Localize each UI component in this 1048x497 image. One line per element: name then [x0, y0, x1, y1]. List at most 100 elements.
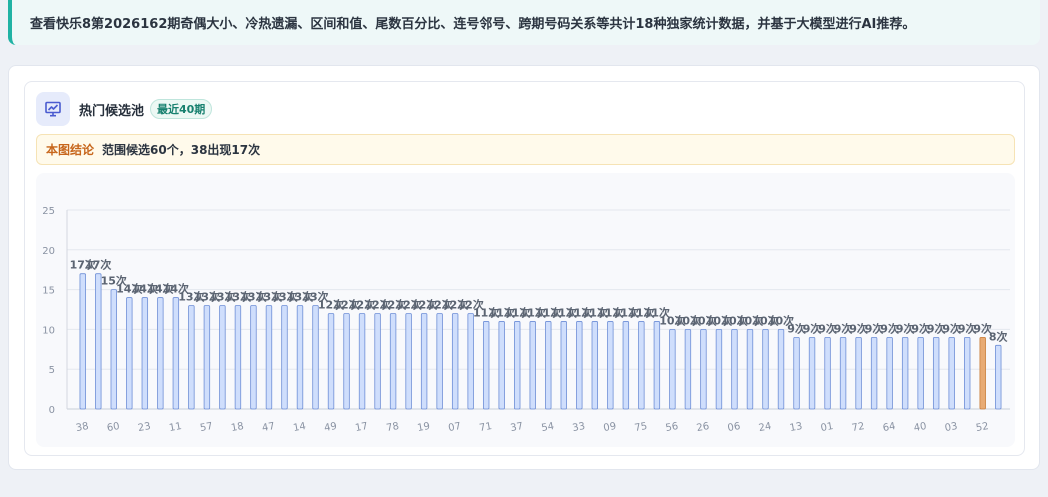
chart-presentation-icon — [36, 92, 70, 126]
bar[interactable] — [886, 336, 893, 410]
bar[interactable] — [932, 336, 940, 410]
x-tick-label: 03 — [944, 421, 958, 434]
x-tick-label: 06 — [727, 421, 741, 434]
bar[interactable] — [141, 297, 149, 410]
x-tick-label: 09 — [603, 421, 617, 434]
bar[interactable] — [467, 313, 474, 410]
bar[interactable] — [591, 321, 599, 410]
bar[interactable] — [700, 328, 707, 410]
x-tick-label: 17 — [354, 421, 368, 434]
x-tick-label: 38 — [75, 421, 89, 434]
bar[interactable] — [436, 313, 443, 410]
bar[interactable] — [172, 297, 180, 410]
bar[interactable] — [420, 313, 428, 410]
bar[interactable] — [746, 328, 754, 410]
x-tick-label: 49 — [323, 421, 337, 434]
x-tick-label: 60 — [106, 421, 120, 434]
bar[interactable] — [731, 328, 738, 410]
bar[interactable] — [684, 328, 692, 410]
bar[interactable] — [250, 305, 257, 410]
bar[interactable] — [296, 305, 304, 410]
bar[interactable] — [545, 321, 552, 410]
bar[interactable] — [451, 313, 459, 410]
bar[interactable] — [979, 336, 986, 410]
y-tick-label: 10 — [42, 325, 55, 336]
bar[interactable] — [188, 305, 195, 410]
bar[interactable] — [653, 321, 661, 410]
bar[interactable] — [126, 297, 133, 410]
bar-chart-area: 17次 17次 15次 14次 14次 14次 14次 13次 13次 13次 13次 13次 13次 1… — [36, 173, 1015, 447]
bar[interactable] — [622, 321, 630, 410]
x-tick-label: 37 — [510, 421, 524, 434]
y-tick-label: 0 — [49, 405, 55, 416]
x-tick-label: 54 — [541, 421, 555, 434]
bar[interactable] — [79, 273, 86, 410]
bar[interactable] — [777, 328, 785, 410]
bar[interactable] — [560, 321, 567, 410]
y-tick-label: 15 — [42, 286, 55, 297]
hot-candidate-card: 热门候选池 最近40期 本图结论 范围候选60个，38出现17次 17次 17次 1… — [24, 81, 1025, 456]
bar[interactable] — [808, 336, 816, 410]
bar[interactable] — [265, 305, 273, 410]
x-tick-label: 57 — [199, 421, 213, 434]
bar[interactable] — [374, 313, 381, 410]
bar[interactable] — [762, 328, 769, 410]
x-tick-label: 40 — [913, 421, 927, 434]
chart-conclusion: 本图结论 范围候选60个，38出现17次 — [36, 134, 1015, 165]
bar[interactable] — [281, 305, 288, 410]
bar[interactable] — [514, 321, 521, 410]
bar[interactable] — [964, 336, 971, 410]
conclusion-text: 范围候选60个，38出现17次 — [102, 143, 261, 157]
bar[interactable] — [576, 321, 583, 410]
bar[interactable] — [995, 344, 1002, 410]
bar[interactable] — [219, 305, 226, 410]
bar[interactable] — [110, 289, 117, 410]
x-tick-label: 07 — [447, 421, 461, 434]
bar[interactable] — [901, 336, 909, 410]
bar[interactable] — [793, 336, 800, 410]
bar-value-label: 17次 — [85, 258, 111, 272]
x-tick-label: 52 — [975, 421, 989, 434]
bar[interactable] — [715, 328, 723, 410]
bar[interactable] — [948, 336, 955, 410]
bar[interactable] — [855, 336, 862, 410]
bar[interactable] — [870, 336, 878, 410]
bar[interactable] — [343, 313, 350, 410]
bar[interactable] — [482, 321, 490, 410]
bar[interactable] — [234, 305, 242, 410]
x-tick-label: 72 — [851, 421, 865, 434]
bar[interactable] — [669, 328, 676, 410]
x-tick-label: 19 — [416, 421, 430, 434]
notice-text: 查看快乐8第2026162期奇偶大小、冷热遗漏、区间和值、尾数百分比、连号邻号、… — [30, 17, 916, 32]
x-tick-label: 33 — [572, 421, 586, 434]
bar[interactable] — [405, 313, 412, 410]
bar[interactable] — [95, 273, 102, 410]
bar[interactable] — [203, 305, 211, 410]
x-tick-label: 75 — [634, 421, 648, 434]
bar[interactable] — [839, 336, 847, 410]
bar[interactable] — [824, 336, 831, 410]
bar[interactable] — [529, 321, 536, 410]
x-tick-label: 26 — [696, 421, 710, 434]
chart-data-labels: 17次17次15次14次14次14次14次13次13次13次13次13次13次1… — [70, 258, 1008, 344]
bar[interactable] — [498, 321, 505, 410]
bar-value-label: 8次 — [989, 329, 1008, 343]
y-tick-label: 20 — [42, 246, 55, 257]
x-tick-label: 14 — [292, 421, 306, 434]
x-tick-label: 78 — [385, 421, 399, 434]
bar[interactable] — [157, 297, 164, 410]
x-tick-label: 11 — [168, 421, 182, 434]
bar[interactable] — [358, 313, 366, 410]
bar[interactable] — [607, 321, 614, 410]
bar[interactable] — [327, 313, 335, 410]
x-tick-label: 23 — [137, 421, 151, 434]
card-title: 热门候选池 — [79, 104, 145, 119]
bar[interactable] — [638, 321, 645, 410]
bar[interactable] — [917, 336, 924, 410]
x-tick-label: 13 — [789, 421, 803, 434]
bar-chart: 17次17次15次14次14次14次14次13次13次13次13次13次13次1… — [42, 206, 1010, 434]
bar[interactable] — [389, 313, 397, 410]
x-tick-label: 18 — [230, 421, 244, 434]
bar[interactable] — [312, 305, 319, 410]
x-tick-label: 64 — [882, 421, 896, 434]
